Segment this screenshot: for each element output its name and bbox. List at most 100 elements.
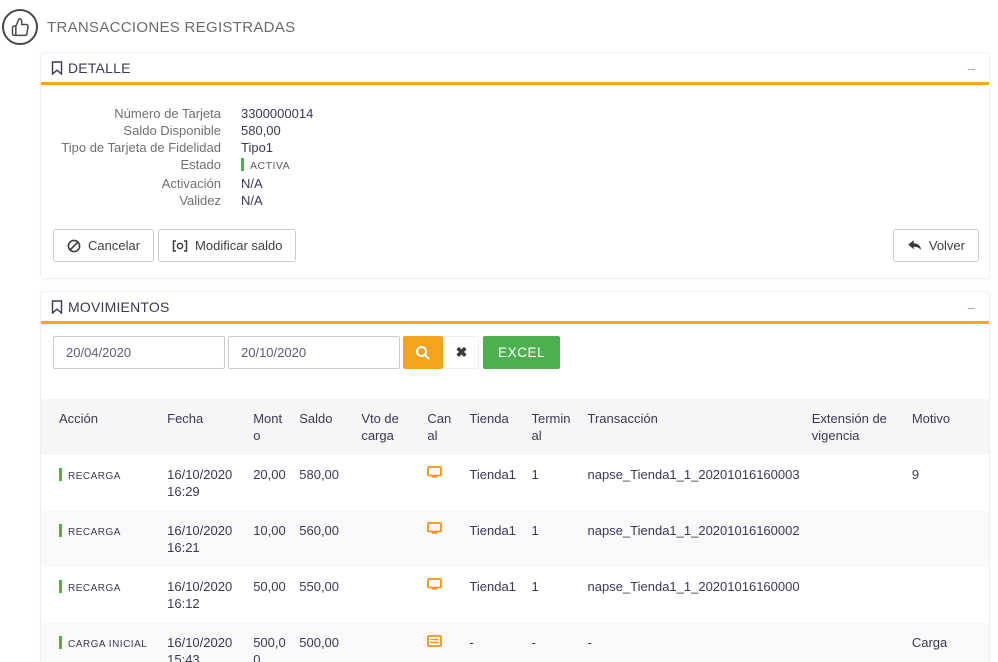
search-button[interactable] bbox=[403, 336, 443, 369]
col-monto: Monto bbox=[253, 411, 283, 443]
col-vto-de-carga: Vto de carga bbox=[361, 411, 399, 443]
action-bar-icon bbox=[59, 636, 62, 649]
cell-terminal: 1 bbox=[531, 579, 539, 594]
cell-saldo: 550,00 bbox=[299, 579, 340, 594]
movimientos-title-wrap: MOVIMIENTOS bbox=[51, 299, 170, 315]
cell-motivo: 9 bbox=[911, 467, 920, 482]
cell-extension bbox=[812, 511, 912, 567]
detalle-card: DETALLE – Número de Tarjeta 3300000014 S… bbox=[40, 52, 990, 279]
field-label: Estado bbox=[180, 157, 221, 172]
cell-saldo: 500,00 bbox=[299, 635, 340, 650]
cell-transaccion: napse_Tienda1_1_20201016160000 bbox=[587, 579, 800, 594]
cell-motivo bbox=[912, 511, 989, 567]
back-arrow-icon bbox=[907, 239, 922, 252]
col-canal: Canal bbox=[427, 411, 452, 443]
table-row: RECARGA 16/10/2020 16:29 20,00 580,00 Ti… bbox=[41, 455, 989, 511]
excel-export-button[interactable]: EXCEL bbox=[483, 336, 561, 369]
date-to-input[interactable] bbox=[228, 336, 400, 369]
action-bar-icon bbox=[59, 524, 62, 537]
detalle-title-wrap: DETALLE bbox=[51, 60, 131, 76]
detalle-header: DETALLE – bbox=[41, 53, 989, 85]
date-from-input[interactable] bbox=[53, 336, 225, 369]
table-row: RECARGA 16/10/2020 16:12 50,00 550,00 Ti… bbox=[41, 567, 989, 623]
monitor-icon bbox=[427, 578, 443, 592]
col-accion: Acción bbox=[59, 411, 99, 426]
col-tienda: Tienda bbox=[469, 411, 509, 426]
cell-extension bbox=[812, 455, 912, 511]
table-row: CARGA INICIAL 16/10/2020 15:43 500,00 50… bbox=[41, 623, 989, 662]
cell-vto-de-carga bbox=[361, 455, 427, 511]
back-button[interactable]: Volver bbox=[892, 229, 979, 262]
field-validez: Validez N/A bbox=[51, 192, 979, 209]
field-value: N/A bbox=[241, 176, 263, 191]
detalle-collapse-button[interactable]: – bbox=[964, 61, 979, 76]
monitor-icon bbox=[427, 466, 443, 480]
field-activacion: Activación N/A bbox=[51, 175, 979, 192]
money-icon bbox=[172, 239, 188, 252]
movimientos-card: MOVIMIENTOS – ✖ EXCEL Acción Fecha Mont bbox=[40, 291, 990, 662]
bookmark-icon bbox=[51, 300, 63, 314]
cell-monto: 10,00 bbox=[253, 523, 286, 538]
page-header: TRANSACCIONES REGISTRADAS bbox=[0, 0, 998, 46]
cell-motivo: Carga bbox=[911, 635, 948, 650]
cell-terminal: - bbox=[531, 635, 536, 650]
cell-transaccion: - bbox=[587, 635, 592, 650]
filter-bar: ✖ EXCEL bbox=[41, 324, 989, 383]
cell-monto: 20,00 bbox=[253, 467, 286, 482]
field-saldo-disponible: Saldo Disponible 580,00 bbox=[51, 122, 979, 139]
movimientos-header: MOVIMIENTOS – bbox=[41, 292, 989, 324]
movimientos-collapse-button[interactable]: – bbox=[964, 300, 979, 315]
cancel-button[interactable]: Cancelar bbox=[53, 229, 155, 262]
field-value: 3300000014 bbox=[241, 106, 314, 121]
field-value: N/A bbox=[241, 193, 263, 208]
cell-canal bbox=[427, 567, 469, 623]
table-header-row: Acción Fecha Monto Saldo Vto de carga Ca… bbox=[41, 399, 989, 455]
cell-monto: 50,00 bbox=[253, 579, 286, 594]
monitor-icon bbox=[427, 522, 443, 536]
clear-filter-button[interactable]: ✖ bbox=[444, 336, 479, 369]
search-icon bbox=[415, 345, 431, 361]
col-transaccion: Transacción bbox=[587, 411, 658, 426]
cell-canal bbox=[427, 455, 469, 511]
cell-monto: 500,00 bbox=[253, 635, 286, 662]
cancel-button-label: Cancelar bbox=[88, 238, 141, 253]
detalle-actions: Cancelar Modificar saldo Volver bbox=[41, 213, 989, 278]
field-estado: Estado ACTIVA bbox=[51, 156, 979, 175]
cell-saldo: 560,00 bbox=[299, 523, 340, 538]
movimientos-title: MOVIMIENTOS bbox=[68, 299, 170, 315]
cell-vto-de-carga bbox=[361, 623, 427, 662]
movements-table: Acción Fecha Monto Saldo Vto de carga Ca… bbox=[41, 399, 989, 662]
status-badge: ACTIVA bbox=[241, 156, 290, 175]
cell-tienda: - bbox=[469, 635, 474, 650]
cell-fecha: 16/10/2020 16:29 bbox=[167, 467, 233, 499]
card-icon bbox=[427, 635, 443, 647]
table-row: RECARGA 16/10/2020 16:21 10,00 560,00 Ti… bbox=[41, 511, 989, 567]
cell-fecha: 16/10/2020 16:12 bbox=[167, 579, 233, 611]
status-bar-icon bbox=[241, 158, 244, 171]
cell-motivo bbox=[912, 567, 989, 623]
field-value: 580,00 bbox=[241, 123, 281, 138]
detalle-title: DETALLE bbox=[68, 60, 131, 76]
col-extension: Extensión de vigencia bbox=[811, 411, 887, 443]
cell-fecha: 16/10/2020 15:43 bbox=[167, 635, 233, 662]
cell-fecha: 16/10/2020 16:21 bbox=[167, 523, 233, 555]
cell-terminal: 1 bbox=[531, 523, 539, 538]
cell-extension bbox=[812, 567, 912, 623]
page-title: TRANSACCIONES REGISTRADAS bbox=[47, 18, 296, 36]
field-label: Activación bbox=[161, 176, 221, 191]
cell-terminal: 1 bbox=[531, 467, 539, 482]
cell-transaccion: napse_Tienda1_1_20201016160003 bbox=[587, 467, 800, 482]
cell-canal bbox=[427, 511, 469, 567]
cell-tienda: Tienda1 bbox=[469, 523, 516, 538]
cell-saldo: 580,00 bbox=[299, 467, 340, 482]
cell-vto-de-carga bbox=[361, 567, 427, 623]
field-label: Validez bbox=[179, 193, 221, 208]
cell-tienda: Tienda1 bbox=[469, 467, 516, 482]
cell-transaccion: napse_Tienda1_1_20201016160002 bbox=[587, 523, 800, 538]
col-fecha: Fecha bbox=[167, 411, 204, 426]
modify-balance-button[interactable]: Modificar saldo bbox=[158, 229, 297, 262]
cell-accion: CARGA INICIAL bbox=[41, 623, 167, 662]
cell-accion: RECARGA bbox=[41, 567, 167, 623]
cell-accion: RECARGA bbox=[41, 511, 167, 567]
close-icon: ✖ bbox=[455, 344, 468, 360]
